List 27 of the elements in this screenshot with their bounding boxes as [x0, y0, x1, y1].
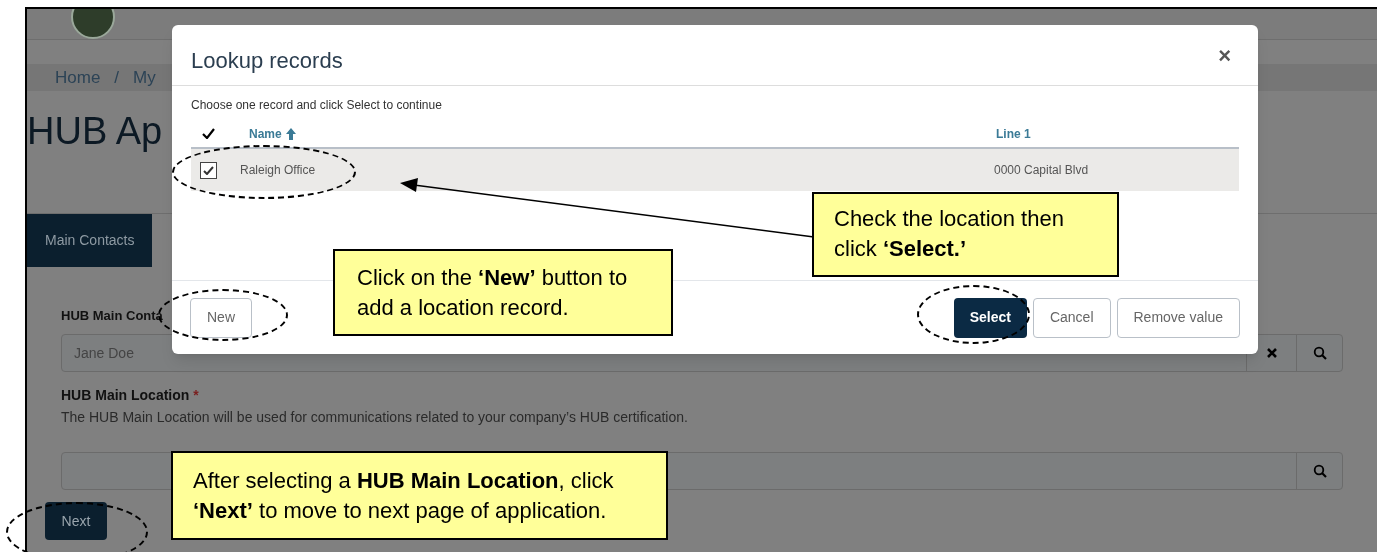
page-heading: HUB Ap [27, 112, 163, 150]
required-mark: * [193, 386, 199, 405]
column-header[interactable]: Name [249, 124, 996, 143]
tab[interactable]: Main Contacts [27, 214, 153, 267]
field-label: HUB Main Conta [61, 307, 163, 325]
dialog-button[interactable]: Select [953, 297, 1027, 338]
callout: Click on the ‘New’ button to add a location record. [333, 249, 673, 336]
dialog-button[interactable]: Remove value [1116, 297, 1240, 338]
breadcrumb-separator: / [114, 66, 120, 89]
checkmark-icon [203, 165, 214, 175]
column-header[interactable]: Line 1 [996, 124, 1031, 143]
dialog-title: Lookup records [191, 46, 343, 75]
table-cell-text: Raleigh Office [240, 162, 317, 179]
row-checkbox[interactable] [200, 161, 217, 179]
help-text: The HUB Main Location will be used for communications related to your company’s HUB certification. [61, 408, 689, 427]
field-label: HUB Main Location [61, 386, 190, 405]
close-button[interactable]: × [1218, 38, 1231, 72]
instruction-text: Choose one record and click Select to continue [190, 97, 443, 114]
check-icon [202, 128, 215, 139]
callout: Check the location then click ‘Select.’ [812, 192, 1119, 277]
dialog-button[interactable]: New [190, 297, 252, 338]
table-cell-text: 0000 Capital Blvd [994, 162, 1089, 179]
dialog-button[interactable]: Cancel [1032, 297, 1111, 338]
sort-up-icon [285, 127, 296, 140]
callout: After selecting a HUB Main Location, click ‘Next’ to move to next page of application. [171, 451, 668, 540]
field-value: Jane Doe [73, 343, 135, 363]
next-button[interactable]: Next [45, 502, 107, 540]
